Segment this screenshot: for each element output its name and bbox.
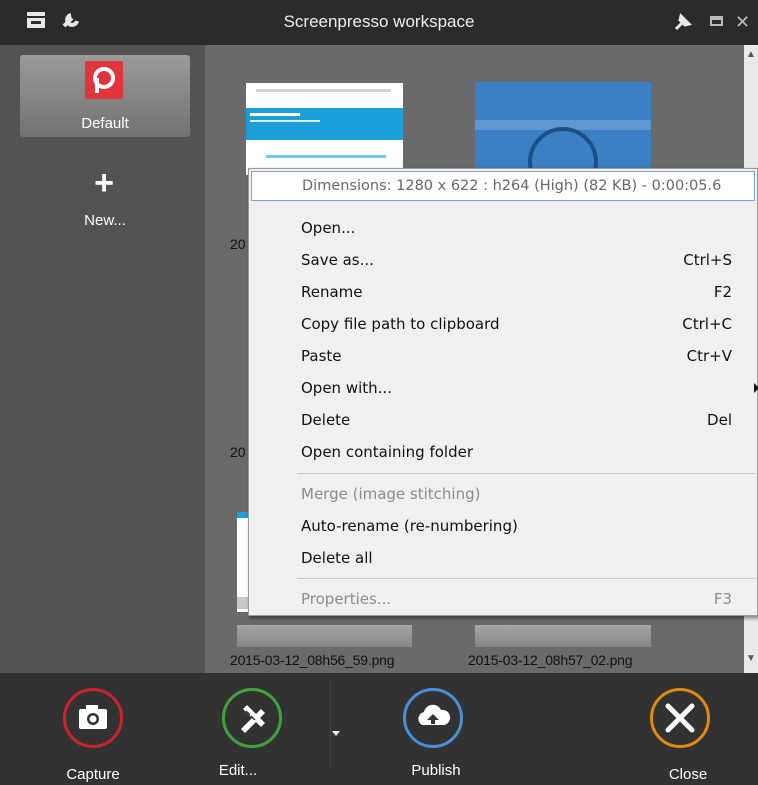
submenu-arrow-icon — [754, 383, 758, 393]
file-properties-text: Dimensions: 1280 x 622 : h264 (High) (82… — [302, 178, 722, 194]
thumbnail-reflection — [475, 625, 651, 647]
pencil-ruler-icon — [241, 705, 265, 733]
menu-item-label: Save as... — [301, 251, 374, 269]
plus-icon[interactable]: + — [86, 165, 122, 201]
menu-item-rename[interactable]: Rename F2 — [249, 278, 757, 308]
menu-item-label: Open... — [301, 219, 356, 237]
sidebar-item-default[interactable]: Default — [20, 55, 190, 137]
context-menu-header: Dimensions: 1280 x 622 : h264 (High) (82… — [251, 171, 755, 201]
close-x-icon — [665, 703, 695, 733]
close-icon[interactable]: ✕ — [735, 12, 757, 36]
scroll-up-icon[interactable]: ▲ — [744, 49, 758, 60]
menu-item-shortcut: Ctrl+S — [683, 251, 732, 269]
sidebar-item-label: Default — [81, 115, 129, 132]
thumbnail-detail — [256, 89, 391, 92]
menu-item-label: Paste — [301, 347, 342, 365]
bottom-toolbar: Capture Edit... Publish Close — [0, 673, 758, 785]
menu-item-save-as[interactable]: Save as... Ctrl+S — [249, 246, 757, 276]
menu-item-shortcut: Ctr+V — [686, 347, 732, 365]
thumbnail-video[interactable] — [475, 82, 651, 197]
menu-item-shortcut: F2 — [713, 283, 732, 301]
screenpresso-logo-icon — [85, 61, 123, 99]
close-label[interactable]: Close — [638, 766, 738, 783]
menu-item-open-with[interactable]: Open with... — [249, 374, 758, 404]
thumbnail-reflection — [237, 625, 412, 647]
thumbnail-detail — [250, 113, 300, 116]
menu-item-label: Copy file path to clipboard — [301, 315, 500, 333]
menu-item-delete-all[interactable]: Delete all — [249, 544, 757, 574]
menu-item-open-folder[interactable]: Open containing folder — [249, 438, 757, 468]
cloud-upload-icon — [418, 704, 451, 725]
thumbnail-detail — [266, 155, 386, 158]
menu-item-shortcut: F3 — [713, 590, 732, 608]
maximize-icon[interactable] — [710, 14, 734, 38]
pin-icon[interactable] — [673, 12, 697, 36]
menu-separator — [297, 578, 755, 579]
menu-item-merge: Merge (image stitching) — [249, 480, 757, 510]
menu-item-properties: Properties... F3 — [249, 585, 757, 615]
menu-item-label: Auto-rename (re-numbering) — [301, 517, 518, 535]
thumbnail-detail — [246, 108, 403, 140]
window-title: Screenpresso workspace — [283, 12, 475, 31]
context-menu: Dimensions: 1280 x 622 : h264 (High) (82… — [248, 168, 758, 616]
edit-label[interactable]: Edit... — [188, 762, 288, 779]
menu-item-label: Properties... — [301, 590, 392, 608]
capture-button[interactable] — [63, 688, 123, 748]
camera-icon — [79, 705, 107, 729]
menu-item-delete[interactable]: Delete Del — [249, 406, 757, 436]
menu-item-label: Delete — [301, 411, 351, 429]
menu-item-label: Open containing folder — [301, 443, 474, 461]
thumbnail-webpage[interactable] — [246, 83, 403, 175]
menu-item-auto-rename[interactable]: Auto-rename (re-numbering) — [249, 512, 757, 542]
edit-button[interactable] — [222, 688, 282, 748]
menu-item-label: Merge (image stitching) — [301, 485, 481, 503]
title-bar: Screenpresso workspace ✕ — [0, 0, 758, 45]
menu-item-open[interactable]: Open... — [249, 214, 757, 244]
toolbar-divider — [330, 681, 331, 769]
menu-item-paste[interactable]: Paste Ctr+V — [249, 342, 757, 372]
publish-label[interactable]: Publish — [386, 762, 486, 779]
edit-dropdown-icon[interactable] — [332, 731, 340, 736]
sidebar-item-new[interactable]: New... — [60, 212, 150, 229]
file-label[interactable]: 2015-03-12_08h57_02.png — [468, 652, 633, 668]
menu-item-label: Rename — [301, 283, 363, 301]
menu-item-shortcut: Ctrl+C — [682, 315, 732, 333]
thumbnail-detail — [250, 120, 320, 122]
scroll-down-icon[interactable]: ▼ — [744, 653, 758, 664]
file-label[interactable]: 2015-03-12_08h56_59.png — [230, 652, 395, 668]
menu-item-copy-path[interactable]: Copy file path to clipboard Ctrl+C — [249, 310, 757, 340]
capture-label[interactable]: Capture — [43, 766, 143, 783]
menu-separator — [297, 473, 755, 474]
menu-item-label: Open with... — [301, 379, 392, 397]
file-label-partial: 20 — [230, 236, 246, 252]
menu-item-shortcut: Del — [707, 411, 732, 429]
close-button[interactable] — [650, 688, 710, 748]
menu-item-label: Delete all — [301, 549, 373, 567]
workspace-sidebar: Default + New... — [0, 45, 205, 673]
file-label-partial: 20 — [230, 444, 246, 460]
publish-button[interactable] — [403, 688, 463, 748]
